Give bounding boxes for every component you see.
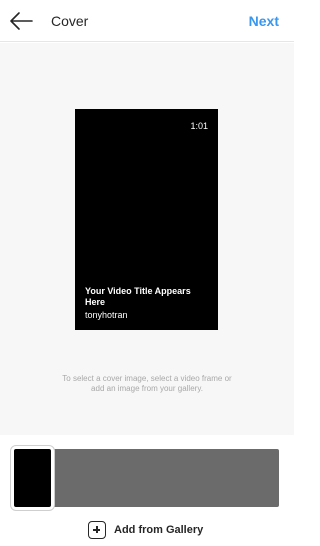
- video-cover-preview: 1:01 Your Video Title Appears Here tonyh…: [75, 109, 218, 330]
- add-from-gallery-button[interactable]: Add from Gallery: [88, 520, 203, 540]
- filmstrip-track[interactable]: [15, 449, 279, 507]
- video-duration: 1:01: [190, 121, 208, 131]
- frame-selector-handle[interactable]: [11, 446, 54, 510]
- cover-hint-text: To select a cover image, select a video …: [62, 374, 232, 393]
- frame-filmstrip: [0, 435, 294, 515]
- top-bar: Cover Next: [0, 0, 294, 42]
- add-from-gallery-label: Add from Gallery: [114, 524, 204, 536]
- video-username: tonyhotran: [85, 310, 128, 320]
- video-title: Your Video Title Appears Here: [85, 286, 191, 307]
- cover-preview-area: 1:01 Your Video Title Appears Here tonyh…: [0, 43, 294, 435]
- next-button[interactable]: Next: [249, 13, 279, 29]
- back-arrow-icon[interactable]: [8, 9, 34, 33]
- page-title: Cover: [51, 13, 89, 29]
- plus-square-icon: [88, 521, 106, 539]
